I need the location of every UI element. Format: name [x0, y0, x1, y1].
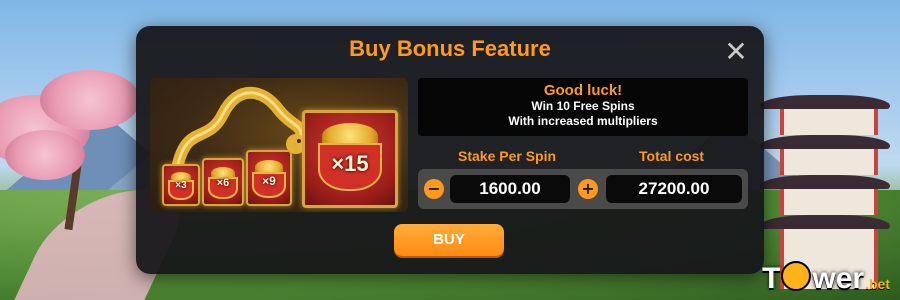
info-headline: Good luck!	[543, 82, 623, 99]
bonus-chest-x15: ×15	[302, 110, 398, 208]
pagoda-roof	[760, 175, 890, 189]
stake-value-field[interactable]: 1600.00	[450, 175, 570, 203]
bonus-chest-x9: ×9	[246, 150, 292, 206]
bonus-artwork: ×3 ×6 ×9 ×15	[150, 78, 408, 212]
buy-button[interactable]: BUY	[394, 224, 504, 256]
pagoda-roof	[760, 135, 890, 149]
stake-per-spin-label: Stake Per Spin	[458, 148, 557, 164]
dialog-title: Buy Bonus Feature	[349, 36, 551, 61]
bonus-chest-x6: ×6	[202, 158, 244, 206]
plus-icon[interactable]: +	[578, 179, 598, 199]
multiplier-label: ×6	[216, 177, 230, 189]
pagoda-wall	[780, 109, 878, 135]
brand-o-coin-icon	[781, 261, 812, 291]
total-cost-field: 27200.00	[606, 175, 742, 203]
cherry-blossom-tree	[5, 130, 85, 180]
multiplier-label: ×3	[175, 180, 187, 191]
bonus-chest-x3: ×3	[162, 164, 200, 206]
buy-bonus-dialog: Buy Bonus Feature ✕ ×3 ×6 ×9 ×15 Good lu…	[136, 26, 764, 274]
multiplier-label: ×9	[262, 174, 276, 188]
brand-suffix: .bet	[865, 276, 890, 292]
pagoda-roof	[760, 215, 890, 229]
cherry-blossom-tree	[40, 70, 140, 130]
total-cost-label: Total cost	[639, 148, 705, 164]
multiplier-label: ×15	[331, 151, 369, 176]
stake-controls: − 1600.00 + 27200.00	[418, 169, 748, 209]
minus-icon[interactable]: −	[424, 179, 444, 199]
bonus-info-box: Good luck! Win 10 Free Spins With increa…	[418, 78, 748, 136]
info-line-free-spins: Win 10 Free Spins	[531, 99, 635, 113]
brand-logo: Twer .bet	[762, 261, 890, 296]
brand-name: Twer	[762, 261, 865, 295]
close-icon[interactable]: ✕	[722, 38, 750, 66]
pagoda-wall	[780, 149, 878, 175]
info-line-multipliers: With increased multipliers	[508, 114, 658, 128]
pagoda-wall	[780, 189, 878, 215]
pagoda-roof	[760, 95, 890, 109]
